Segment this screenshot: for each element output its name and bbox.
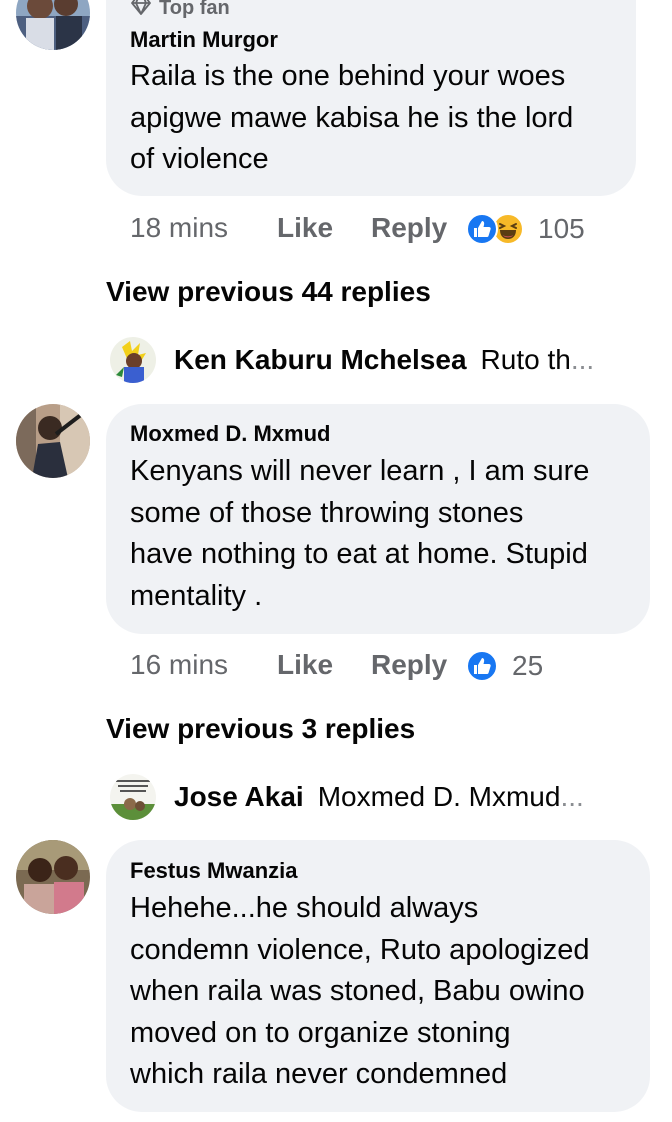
reply-avatar — [110, 774, 156, 820]
comment-text: Hehehe...he should always condemn violen… — [130, 888, 589, 1096]
comment-author[interactable]: Martin Murgor — [130, 27, 278, 53]
comment-text: Kenyans will never learn , I am sure som… — [130, 451, 589, 617]
reply-author: Ken Kaburu Mchelsea — [174, 344, 467, 375]
like-reaction-icon — [466, 650, 498, 682]
reply-button[interactable]: Reply — [371, 212, 447, 244]
top-fan-label: Top fan — [159, 0, 230, 19]
comment-text-line: Raila is the one behind your woes — [130, 60, 566, 92]
reply-ellipsis: ... — [560, 781, 584, 812]
reactions-summary[interactable]: 25 — [466, 649, 543, 683]
reply-button[interactable]: Reply — [371, 649, 447, 681]
comment-author[interactable]: Festus Mwanzia — [130, 858, 297, 884]
comment-text-line: when raila was stoned, Babu owino — [130, 975, 585, 1007]
reply-ellipsis: ... — [570, 344, 595, 375]
comment-text-line: of violence — [130, 143, 269, 175]
comment-timestamp[interactable]: 16 mins — [130, 649, 228, 681]
view-previous-replies-link[interactable]: View previous 44 replies — [106, 276, 431, 308]
reaction-count: 105 — [538, 213, 585, 244]
comment-text-line: Kenyans will never learn , I am sure — [130, 455, 590, 487]
reply-text: Ruto th — [480, 344, 571, 375]
reply-preview[interactable]: Jose Akai Moxmed D. Mxmud ... — [110, 774, 584, 820]
comment-text: Raila is the one behind your woes apigwe… — [130, 56, 573, 181]
reply-avatar — [110, 337, 156, 383]
reactions-summary[interactable]: 105 — [466, 212, 585, 246]
top-fan-badge: Top fan — [130, 0, 230, 20]
comment-timestamp[interactable]: 18 mins — [130, 212, 228, 244]
diamond-icon — [130, 0, 152, 20]
reaction-count: 25 — [512, 650, 544, 681]
reply-author: Jose Akai — [174, 781, 304, 812]
comment-text-line: mentality . — [130, 579, 263, 612]
reply-preview[interactable]: Ken Kaburu Mchelsea Ruto th ... — [110, 337, 595, 383]
like-reaction-icon — [466, 213, 498, 245]
comment-text-line: moved on to organize stoning — [130, 1016, 511, 1049]
commenter-avatar-moxmed[interactable] — [16, 404, 90, 478]
commenter-avatar-festus[interactable] — [16, 840, 90, 914]
comment-text-line: which raila never condemned — [130, 1058, 508, 1090]
comment-author[interactable]: Moxmed D. Mxmud — [130, 421, 330, 447]
comment-text-line: Hehehe...he should always — [130, 892, 479, 924]
commenter-avatar-martin[interactable] — [16, 0, 90, 50]
comment-text-line: apigwe mawe kabisa he is the lord — [130, 101, 574, 134]
like-button[interactable]: Like — [277, 212, 333, 244]
reply-text: Moxmed D. Mxmud — [317, 781, 561, 812]
comment-text-line: some of those throwing stones — [130, 496, 524, 529]
view-previous-replies-link[interactable]: View previous 3 replies — [106, 713, 415, 745]
comment-text-line: condemn violence, Ruto apologized — [130, 933, 590, 966]
comment-text-line: have nothing to eat at home. Stupid — [130, 538, 588, 570]
like-button[interactable]: Like — [277, 649, 333, 681]
